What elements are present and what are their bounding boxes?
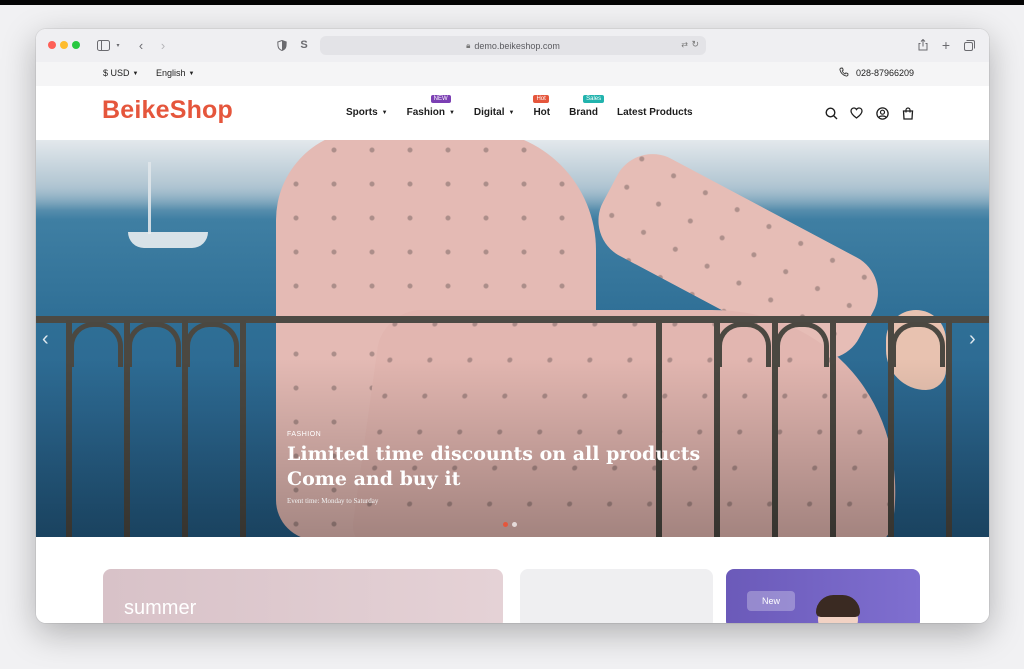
address-bar[interactable]: 🔒︎ demo.beikeshop.com ⇄ ↻: [320, 36, 706, 55]
lock-icon: 🔒︎: [466, 40, 471, 50]
promo-card-badge: New: [747, 591, 795, 611]
sidebar-toggle-icon[interactable]: [96, 37, 110, 53]
promo-card-middle[interactable]: [520, 569, 713, 623]
nav-item-digital[interactable]: Digital ▼: [474, 107, 515, 118]
heart-icon[interactable]: [849, 106, 863, 120]
screen-top-edge: [0, 0, 1024, 5]
slide-dot-active[interactable]: [503, 522, 508, 527]
chevron-down-icon: ▼: [508, 110, 515, 116]
translate-icon[interactable]: ⇄: [681, 40, 688, 49]
nav-label: Latest Products: [617, 107, 693, 118]
language-label: English: [156, 68, 186, 78]
nav-badge-sales: Sales: [583, 95, 605, 103]
nav-badge-new: NEW: [430, 95, 451, 103]
forward-icon[interactable]: ›: [157, 37, 169, 53]
hero-subtitle: Event time: Monday to Saturday: [287, 497, 379, 505]
promo-card-title: summer: [124, 597, 197, 619]
model-hair: [816, 595, 860, 617]
nav-item-hot[interactable]: Hot Hot: [533, 95, 551, 118]
zoom-window-button[interactable]: [72, 41, 80, 49]
hero-title-line-1: Limited time discounts on all products: [287, 443, 701, 465]
prev-slide-icon[interactable]: ‹: [42, 328, 49, 351]
extension-icon[interactable]: S: [298, 37, 310, 53]
chevron-down-icon: ▼: [448, 110, 455, 116]
currency-label: $ USD: [103, 68, 130, 78]
cart-icon[interactable]: [901, 106, 915, 120]
chevron-down-icon: ▼: [132, 71, 139, 77]
tab-group-chevron-icon[interactable]: ▾: [114, 37, 122, 53]
nav-item-latest-products[interactable]: Latest Products: [617, 107, 693, 118]
site-logo[interactable]: BeikeShop: [102, 96, 233, 125]
hero-banner[interactable]: ‹ › FASHION Limited time discounts on al…: [36, 140, 989, 537]
nav-label: Brand: [569, 107, 599, 118]
currency-selector[interactable]: $ USD ▼: [103, 68, 138, 78]
tab-overview-icon[interactable]: [963, 37, 975, 53]
back-icon[interactable]: ‹: [135, 37, 147, 53]
phone-number: 028-87966209: [856, 68, 915, 78]
promo-card-new[interactable]: New: [726, 569, 920, 623]
nav-item-fashion[interactable]: NEW Fashion ▼: [406, 95, 455, 118]
close-window-button[interactable]: [48, 41, 56, 49]
slide-pagination: [503, 522, 521, 527]
browser-toolbar: ▾ ‹ › S 🔒︎ demo.beikeshop.com ⇄ ↻ +: [36, 29, 989, 63]
promo-section: summer New: [36, 537, 989, 623]
nav-item-brand[interactable]: Sales Brand: [569, 95, 605, 118]
reload-icon[interactable]: ↻: [691, 39, 699, 50]
site-header: BeikeShop Sports ▼ NEW Fashion ▼ Digital ▼ …: [36, 86, 989, 140]
chevron-down-icon: ▼: [188, 71, 195, 77]
new-tab-icon[interactable]: +: [940, 37, 952, 53]
nav-badge-hot: Hot: [533, 95, 549, 103]
chevron-down-icon: ▼: [381, 110, 388, 116]
browser-window: ▾ ‹ › S 🔒︎ demo.beikeshop.com ⇄ ↻ + $ US…: [36, 29, 989, 623]
slide-dot[interactable]: [512, 522, 517, 527]
nav-item-sports[interactable]: Sports ▼: [346, 107, 388, 118]
hero-tag: FASHION: [287, 431, 322, 438]
hero-title: Limited time discounts on all products C…: [287, 442, 700, 492]
next-slide-icon[interactable]: ›: [969, 328, 976, 351]
hero-title-line-2: Come and buy it: [287, 468, 461, 490]
search-icon[interactable]: [824, 106, 838, 120]
privacy-shield-icon[interactable]: [276, 37, 288, 53]
promo-card-summer[interactable]: summer: [103, 569, 503, 623]
account-icon[interactable]: [875, 106, 889, 120]
nav-label: Fashion: [406, 107, 445, 118]
phone-icon: [839, 67, 849, 79]
nav-label: Digital: [473, 107, 505, 118]
nav-label: Sports: [346, 107, 378, 118]
language-selector[interactable]: English ▼: [156, 68, 194, 78]
main-nav: Sports ▼ NEW Fashion ▼ Digital ▼ Hot Hot Sa…: [346, 95, 712, 118]
share-icon[interactable]: [917, 37, 929, 53]
url-text: demo.beikeshop.com: [474, 40, 560, 51]
nav-label: Hot: [533, 107, 551, 118]
utility-bar: $ USD ▼ English ▼ 028-87966209: [36, 62, 989, 87]
minimize-window-button[interactable]: [60, 41, 68, 49]
